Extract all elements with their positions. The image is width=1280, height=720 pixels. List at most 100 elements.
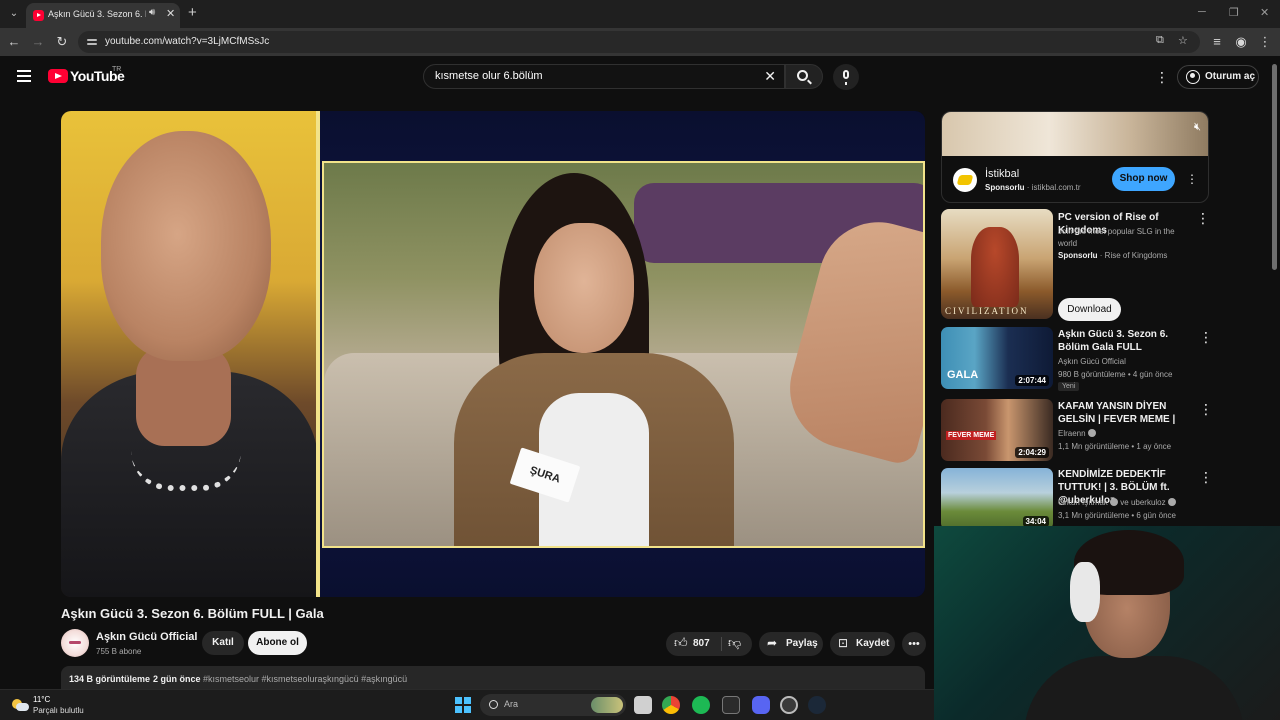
address-bar[interactable]: youtube.com/watch?v=3LjMCfMSsJc ⧉ ☆ <box>78 31 1200 53</box>
save-button[interactable]: ⊡ Kaydet <box>830 632 895 656</box>
verified-icon <box>1110 498 1119 506</box>
thumbs-down-icon[interactable]: 👎︎ <box>728 635 741 651</box>
close-window-icon[interactable]: ✕ <box>1260 6 1269 19</box>
terminal-icon[interactable] <box>722 696 740 714</box>
join-button[interactable]: Katıl <box>202 631 244 655</box>
browser-tab-bar: ⌄ Aşkın Gücü 3. Sezon 6. Bölüm 🔊︎ ✕ + ─ … <box>0 0 1280 28</box>
ad-card[interactable]: 🔇︎ İstikbal Sponsorlu · istikbal.com.tr … <box>941 111 1209 203</box>
promo-figure <box>971 227 1019 307</box>
video-frame-left <box>61 111 318 597</box>
site-info-icon[interactable] <box>86 36 98 48</box>
reload-icon[interactable]: ↻ <box>53 33 71 51</box>
back-icon[interactable]: ← <box>5 33 23 51</box>
subscribe-button[interactable]: Abone ol <box>248 631 307 655</box>
weather-icon[interactable] <box>12 696 29 712</box>
taskbar-search[interactable]: Ara <box>480 694 626 716</box>
rec-channel-line[interactable]: Elraenn <box>1058 427 1096 440</box>
verified-icon <box>1167 498 1176 506</box>
promo-sponsor-line: Sponsorlu · Rise of Kingdoms <box>1058 251 1168 260</box>
rec-title[interactable]: KAFAM YANSIN DİYEN GELSİN | FEVER MEME | <box>1058 400 1196 426</box>
ad-speaker-icon[interactable]: 🔇︎ <box>1194 121 1201 134</box>
rec-channel-line[interactable]: Orkun Işıtmak ve uberkuloz <box>1058 496 1176 509</box>
bookmark-star-icon[interactable]: ☆ <box>1178 34 1188 47</box>
channel-name[interactable]: Aşkın Gücü Official <box>96 631 197 643</box>
rec-channel[interactable]: Elraenn <box>1058 429 1086 438</box>
hashtags[interactable]: #kısmetseolur #kısmetseoluraşkıngücü #aş… <box>203 674 407 684</box>
task-view-icon[interactable] <box>634 696 652 714</box>
rec-channel[interactable]: Orkun Işıtmak <box>1058 498 1108 507</box>
rec-meta: 980 B görüntüleme • 4 gün önce <box>1058 370 1173 379</box>
media-controls-icon[interactable]: ≡ <box>1208 33 1226 51</box>
windows-start-icon[interactable] <box>455 697 471 713</box>
rec-thumbnail[interactable]: FEVER MEME 2:04:29 <box>941 399 1053 461</box>
forward-icon[interactable]: → <box>29 33 47 51</box>
browser-tab[interactable]: Aşkın Gücü 3. Sezon 6. Bölüm 🔊︎ ✕ <box>26 3 180 28</box>
discord-icon[interactable] <box>752 696 770 714</box>
video-person-head <box>101 131 271 361</box>
app-icon[interactable] <box>780 696 798 714</box>
save-label: Kaydet <box>856 638 890 649</box>
settings-more-icon[interactable]: ⋮ <box>1155 70 1169 84</box>
thumbs-up-icon[interactable]: 👍︎ <box>674 635 688 651</box>
steam-icon[interactable] <box>808 696 826 714</box>
install-app-icon[interactable]: ⧉ <box>1156 34 1164 47</box>
bookmark-icon: ⊡ <box>838 636 849 650</box>
channel-avatar[interactable] <box>61 629 89 657</box>
ad-banner-image[interactable] <box>942 112 1208 156</box>
more-actions-icon[interactable]: ••• <box>902 632 926 656</box>
verified-icon <box>1087 429 1096 437</box>
sign-in-button[interactable]: Oturum aç <box>1177 65 1259 89</box>
rec-channel[interactable]: Aşkın Gücü Official <box>1058 355 1126 368</box>
download-button[interactable]: Download <box>1058 298 1121 321</box>
spotify-icon[interactable] <box>692 696 710 714</box>
search-query[interactable]: kısmetse olur 6.bölüm <box>435 70 543 82</box>
profile-icon[interactable]: ◉ <box>1232 33 1250 51</box>
youtube-masthead: YouTube TR kısmetse olur 6.bölüm ✕ ⋮ Otu… <box>0 56 1280 96</box>
tab-search-icon[interactable]: ⌄ <box>6 6 22 22</box>
rec-thumb-text: GALA <box>947 369 979 381</box>
temperature[interactable]: 11°C <box>33 695 50 704</box>
promo-thumb-text: CIVILIZATION <box>945 306 1029 316</box>
search-input[interactable]: kısmetse olur 6.bölüm ✕ <box>423 64 785 89</box>
new-tab-icon[interactable]: + <box>188 4 197 22</box>
speaker-icon[interactable]: 🔊︎ <box>149 7 155 18</box>
like-count[interactable]: 807 <box>693 638 710 649</box>
rec-more-icon[interactable]: ⋮ <box>1199 330 1213 344</box>
maximize-icon[interactable]: ❐ <box>1229 6 1239 19</box>
rec-more-icon[interactable]: ⋮ <box>1199 402 1213 416</box>
search-highlight-image[interactable] <box>591 697 623 713</box>
browser-menu-icon[interactable]: ⋮ <box>1256 33 1274 51</box>
promo-more-icon[interactable]: ⋮ <box>1196 211 1210 225</box>
search-button[interactable] <box>785 64 823 89</box>
share-button[interactable]: ➦ Paylaş <box>759 632 823 656</box>
taskbar-search-label: Ara <box>504 699 519 709</box>
menu-icon[interactable] <box>17 70 31 82</box>
chrome-icon[interactable] <box>662 696 680 714</box>
like-dislike-group: 👍︎ 807 👎︎ <box>666 632 752 656</box>
rec-meta: 1,1 Mn görüntüleme • 1 ay önce <box>1058 442 1172 451</box>
rec-channel-extra[interactable]: ve uberkuloz <box>1120 498 1165 507</box>
page-scrollbar[interactable] <box>1272 64 1277 270</box>
ad-more-icon[interactable]: ⋮ <box>1186 172 1198 186</box>
advertiser-logo[interactable] <box>953 168 977 192</box>
url-text[interactable]: youtube.com/watch?v=3LjMCfMSsJc <box>105 36 269 47</box>
clear-search-icon[interactable]: ✕ <box>764 68 776 85</box>
rec-thumbnail[interactable]: 34:04 <box>941 468 1053 530</box>
weather-condition[interactable]: Parçalı bulutlu <box>33 706 84 715</box>
view-count: 134 B görüntüleme <box>69 674 151 684</box>
video-player[interactable]: ŞURA <box>61 111 925 597</box>
promo-thumbnail[interactable]: CIVILIZATION <box>941 209 1053 319</box>
rec-more-icon[interactable]: ⋮ <box>1199 470 1213 484</box>
youtube-favicon-icon <box>33 10 44 21</box>
close-tab-icon[interactable]: ✕ <box>166 7 175 20</box>
shop-now-button[interactable]: Shop now <box>1112 167 1175 191</box>
minimize-icon[interactable]: ─ <box>1198 6 1206 18</box>
rec-title[interactable]: Aşkın Gücü 3. Sezon 6. Bölüm Gala FULL <box>1058 328 1196 354</box>
ad-domain: istikbal.com.tr <box>1031 183 1081 192</box>
voice-search-button[interactable] <box>833 64 859 90</box>
share-label: Paylaş <box>786 638 818 649</box>
advertiser-name[interactable]: İstikbal <box>985 168 1019 180</box>
video-inset-scene: ŞURA <box>322 161 925 548</box>
rec-thumbnail[interactable]: GALA 2:07:44 <box>941 327 1053 389</box>
youtube-logo-icon[interactable] <box>48 69 68 83</box>
